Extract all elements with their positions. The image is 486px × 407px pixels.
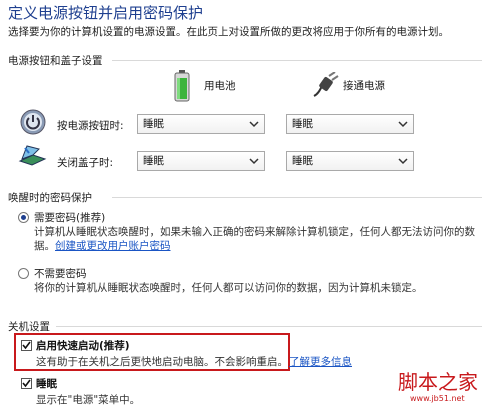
sleep-label: 睡眠 <box>36 378 57 390</box>
select-value: 睡眠 <box>143 155 164 167</box>
chevron-down-icon <box>398 121 408 128</box>
fast-startup-checkbox[interactable] <box>21 340 32 351</box>
select-value: 睡眠 <box>292 155 313 167</box>
col-battery-label: 用电池 <box>204 80 236 92</box>
row-lid-label: 关闭盖子时: <box>57 157 114 169</box>
require-password-desc: 计算机从睡眠状态唤醒时，如果未输入正确的密码来解除计算机锁定，任何人都无法访问你… <box>34 226 475 238</box>
section-divider <box>112 60 482 61</box>
require-password-radio[interactable] <box>18 212 29 223</box>
watermark-url: www.jb51.net <box>410 394 465 403</box>
power-button-icon <box>20 109 46 135</box>
sleep-desc: 显示在"电源"菜单中。 <box>36 394 141 406</box>
checkmark-icon <box>22 379 31 388</box>
lid-battery-select[interactable]: 睡眠 <box>137 151 265 171</box>
section-shutdown: 关机设置 <box>8 321 50 333</box>
section-divider <box>112 197 482 198</box>
chevron-down-icon <box>249 158 259 165</box>
checkmark-icon <box>22 341 31 350</box>
fast-startup-label: 启用快速启动(推荐) <box>36 340 130 352</box>
no-password-radio[interactable] <box>18 268 29 279</box>
power-button-battery-select[interactable]: 睡眠 <box>137 114 265 134</box>
create-password-link[interactable]: 创建或更改用户账户密码 <box>55 240 171 252</box>
require-password-desc-line2: 据。创建或更改用户账户密码 <box>34 238 171 253</box>
page-title: 定义电源按钮并启用密码保护 <box>8 4 204 22</box>
section-power-buttons: 电源按钮和盖子设置 <box>8 55 103 67</box>
watermark-logo-text: 脚本之家 <box>398 370 478 394</box>
learn-more-link[interactable]: 了解更多信息 <box>289 354 352 369</box>
battery-icon <box>173 70 191 102</box>
fast-startup-desc: 这有助于在关机之后更快地启动电脑。不会影响重启。 <box>36 356 288 368</box>
require-password-label: 需要密码(推荐) <box>34 212 106 224</box>
select-value: 睡眠 <box>292 118 313 130</box>
chevron-down-icon <box>249 121 259 128</box>
sleep-checkbox[interactable] <box>21 378 32 389</box>
no-password-label: 不需要密码 <box>34 268 87 280</box>
require-password-desc-tail: 据。 <box>34 240 55 252</box>
lid-plugged-select[interactable]: 睡眠 <box>286 151 414 171</box>
laptop-lid-icon <box>17 143 47 169</box>
page-subtitle: 选择要为你的计算机设置的电源设置。在此页上对设置所做的更改将应用于你所有的电源计… <box>8 26 449 38</box>
plug-icon <box>310 71 340 100</box>
select-value: 睡眠 <box>143 118 164 130</box>
section-wake-password: 唤醒时的密码保护 <box>8 192 92 204</box>
row-power-button-label: 按电源按钮时: <box>57 120 124 132</box>
no-password-desc: 将你的计算机从睡眠状态唤醒时，任何人都可以访问你的数据，因为计算机未锁定。 <box>34 282 423 294</box>
section-divider <box>56 326 482 327</box>
chevron-down-icon <box>398 158 408 165</box>
power-button-plugged-select[interactable]: 睡眠 <box>286 114 414 134</box>
col-plugged-label: 接通电源 <box>343 80 385 92</box>
